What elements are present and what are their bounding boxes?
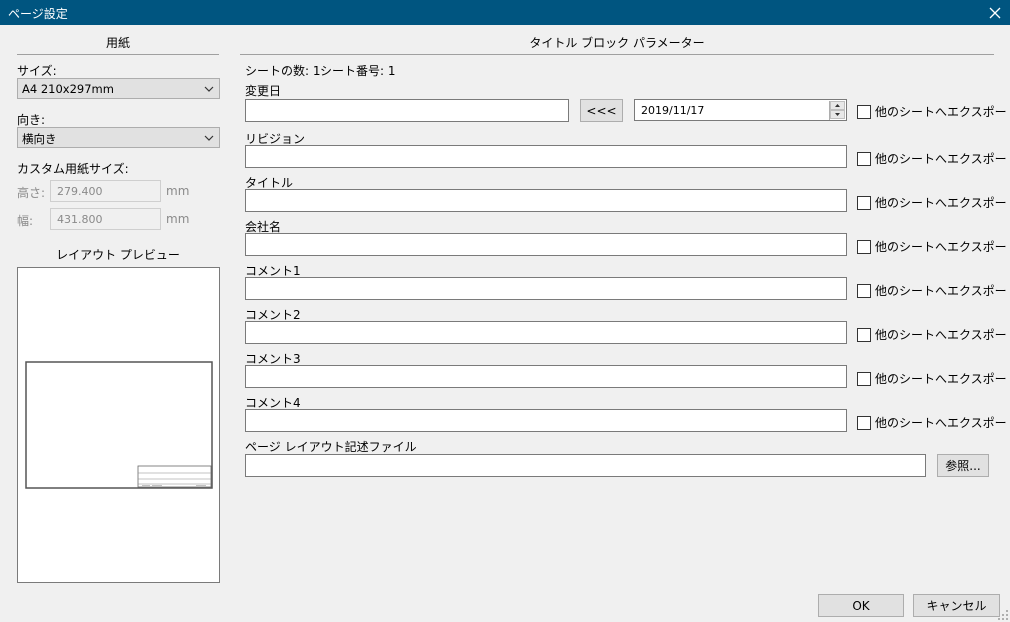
ok-button[interactable]: OK [818, 594, 904, 617]
title-bar: ページ設定 [0, 0, 1010, 25]
orientation-select[interactable]: 横向き [17, 127, 220, 148]
revision-field[interactable] [245, 145, 847, 168]
titleblock-divider [240, 54, 994, 55]
checkbox-icon[interactable] [857, 151, 871, 166]
sheet-count: シートの数: 1 [245, 64, 321, 78]
date-value: 2019/11/17 [641, 104, 705, 117]
spin-up-icon[interactable] [830, 101, 845, 110]
comment3-field[interactable] [245, 365, 847, 388]
copy-date-button[interactable]: <<< [580, 99, 623, 122]
export-checkbox-comment1[interactable]: 他のシートへエクスポート [857, 282, 1010, 299]
paper-header: 用紙 [105, 36, 130, 50]
export-checkbox-comment2[interactable]: 他のシートへエクスポート [857, 326, 1010, 343]
checkbox-icon[interactable] [857, 283, 871, 298]
comment2-field[interactable] [245, 321, 847, 344]
height-field: 279.400 [50, 180, 161, 202]
checkbox-icon[interactable] [857, 195, 871, 210]
comment1-field[interactable] [245, 277, 847, 300]
date-label: 変更日 [245, 84, 282, 98]
page-preview-drawing [25, 361, 213, 489]
export-checkbox-comment4[interactable]: 他のシートへエクスポート [857, 414, 1010, 431]
company-field[interactable] [245, 233, 847, 256]
export-checkbox-title[interactable]: 他のシートへエクスポート [857, 194, 1010, 211]
width-value: 431.800 [57, 213, 103, 226]
orientation-label: 向き: [17, 113, 46, 127]
size-select[interactable]: A4 210x297mm [17, 78, 220, 99]
paper-divider [17, 54, 219, 55]
layout-file-field[interactable] [245, 454, 926, 477]
resize-grip-icon[interactable] [998, 610, 1009, 621]
height-label: 高さ: [17, 186, 46, 200]
title-field[interactable] [245, 189, 847, 212]
date-picker[interactable]: 2019/11/17 [634, 99, 847, 121]
sheet-number: シート番号: 1 [320, 64, 396, 78]
checkbox-icon[interactable] [857, 327, 871, 342]
export-checkbox-revision[interactable]: 他のシートへエクスポート [857, 150, 1010, 167]
date-text-field[interactable] [245, 99, 569, 122]
export-checkbox-company[interactable]: 他のシートへエクスポート [857, 238, 1010, 255]
preview-header: レイアウト プレビュー [56, 248, 180, 262]
checkbox-icon[interactable] [857, 415, 871, 430]
width-label: 幅: [17, 214, 34, 228]
chevron-down-icon [204, 86, 214, 92]
window-title: ページ設定 [8, 7, 68, 21]
comment4-field[interactable] [245, 409, 847, 432]
orientation-value: 横向き [22, 132, 57, 146]
custom-size-label: カスタム用紙サイズ: [17, 162, 129, 176]
close-icon[interactable] [980, 0, 1010, 25]
checkbox-icon[interactable] [857, 239, 871, 254]
height-unit: mm [166, 184, 190, 198]
checkbox-icon[interactable] [857, 371, 871, 386]
browse-button[interactable]: 参照... [937, 454, 989, 477]
export-label: 他のシートへエクスポート [875, 105, 1010, 119]
size-label: サイズ: [17, 64, 57, 78]
cancel-button[interactable]: キャンセル [913, 594, 1000, 617]
chevron-down-icon [204, 135, 214, 141]
width-unit: mm [166, 212, 190, 226]
layout-preview [17, 267, 220, 583]
export-checkbox-comment3[interactable]: 他のシートへエクスポート [857, 370, 1010, 387]
spin-down-icon[interactable] [830, 110, 845, 119]
checkbox-icon[interactable] [857, 104, 871, 119]
layout-file-label: ページ レイアウト記述ファイル [245, 440, 417, 454]
size-value: A4 210x297mm [22, 82, 114, 96]
titleblock-header: タイトル ブロック パラメーター [529, 36, 705, 50]
export-checkbox-date[interactable]: 他のシートへエクスポート [857, 103, 1010, 120]
height-value: 279.400 [57, 185, 103, 198]
date-spinner[interactable] [829, 101, 845, 120]
width-field: 431.800 [50, 208, 161, 230]
